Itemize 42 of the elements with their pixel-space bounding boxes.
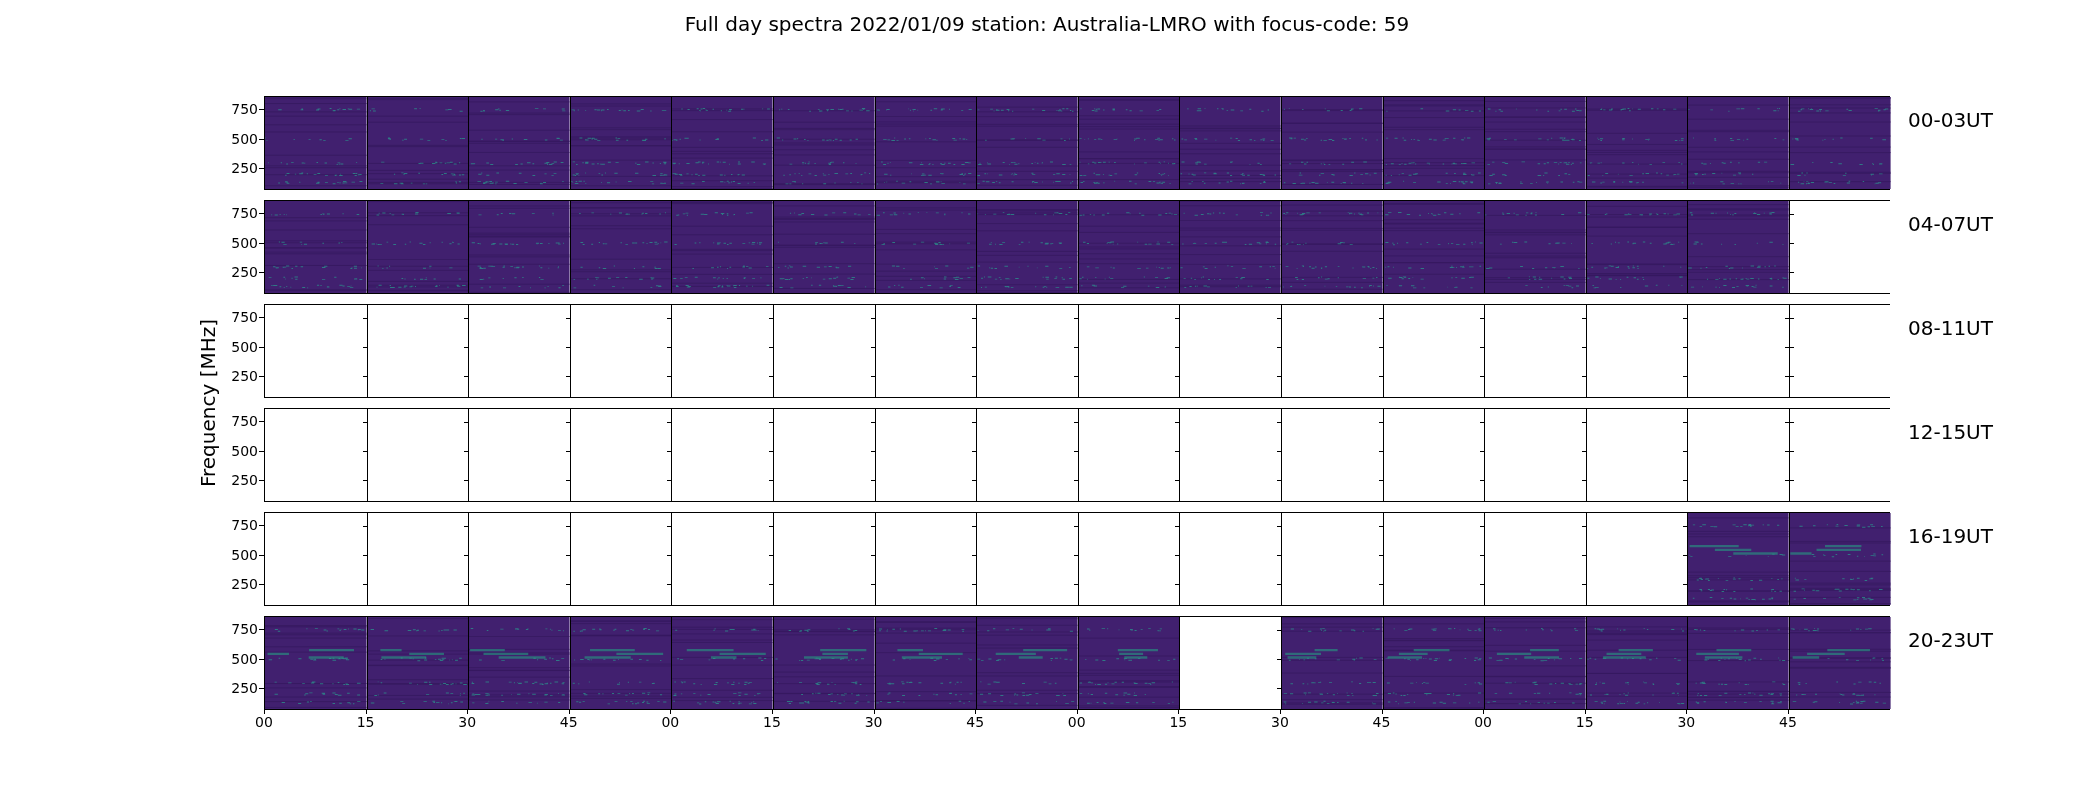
figure-title: Full day spectra 2022/01/09 station: Australia-LMRO with focus-code: 59	[684, 12, 1410, 38]
y-tick-label: 500	[231, 548, 258, 563]
y-tick-label: 250	[231, 473, 258, 488]
row-time-label: 12-15UT	[1908, 419, 1993, 446]
row-time-label: 00-03UT	[1908, 107, 1993, 134]
x-tick-label: 30	[458, 714, 477, 730]
x-tick-label: 00	[661, 714, 680, 730]
y-tick-label: 250	[231, 577, 258, 592]
y-tick-label: 500	[231, 652, 258, 667]
x-tick-label: 30	[864, 714, 883, 730]
x-tick-label: 45	[559, 714, 578, 730]
row-time-label: 16-19UT	[1908, 523, 1993, 550]
row-time-label: 08-11UT	[1908, 315, 1993, 342]
y-tick-label: 750	[231, 518, 258, 533]
y-tick-label: 500	[231, 132, 258, 147]
row-time-label: 04-07UT	[1908, 211, 1993, 238]
y-tick-label: 500	[231, 340, 258, 355]
y-tick-label: 750	[231, 206, 258, 221]
x-tick-label: 00	[255, 714, 273, 730]
row-time-label: 20-23UT	[1908, 627, 1993, 654]
x-tick-label: 45	[1779, 714, 1797, 730]
y-axis-label: Frequency [MHz]	[196, 318, 220, 488]
x-tick-label: 15	[1169, 714, 1188, 730]
x-tick-label: 30	[1677, 714, 1696, 730]
x-tick-label: 45	[1372, 714, 1391, 730]
x-tick-label: 45	[966, 714, 985, 730]
y-tick-label: 750	[231, 414, 258, 429]
y-tick-label: 250	[231, 265, 258, 280]
x-tick-label: 15	[1575, 714, 1594, 730]
y-tick-label: 750	[231, 102, 258, 117]
y-tick-label: 750	[231, 310, 258, 325]
x-tick-label: 30	[1271, 714, 1289, 730]
y-tick-label: 250	[231, 161, 258, 176]
y-tick-label: 750	[231, 622, 258, 637]
x-tick-label: 00	[1474, 714, 1493, 730]
x-tick-label: 15	[763, 714, 781, 730]
y-tick-label: 250	[231, 681, 258, 696]
x-tick-label: 15	[356, 714, 375, 730]
y-tick-label: 250	[231, 369, 258, 384]
y-tick-label: 500	[231, 444, 258, 459]
x-tick-label: 00	[1067, 714, 1086, 730]
y-tick-label: 500	[231, 236, 258, 251]
